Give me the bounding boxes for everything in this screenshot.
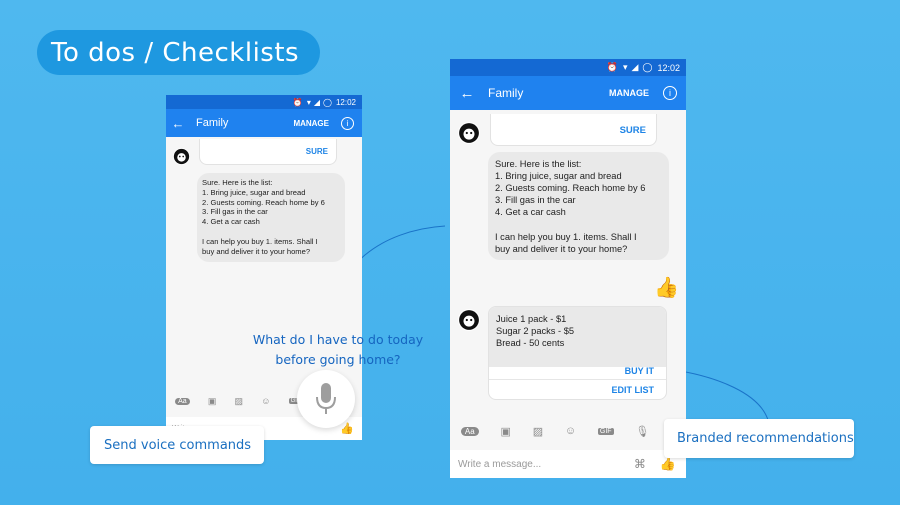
camera-icon[interactable]: ▣	[208, 396, 217, 407]
confirm-card: SURE	[199, 139, 337, 165]
info-icon[interactable]: i	[341, 116, 354, 130]
manage-button[interactable]: MANAGE	[609, 88, 649, 98]
image-icon[interactable]: ▨	[235, 396, 244, 407]
callout-voice-label: Send voice commands	[104, 437, 252, 453]
battery-icon: ◯	[323, 97, 332, 107]
microphone-button[interactable]	[297, 370, 355, 428]
back-arrow-icon[interactable]: ←	[166, 116, 190, 131]
gif-button[interactable]: GIF	[597, 427, 614, 435]
manage-button[interactable]: MANAGE	[293, 119, 329, 128]
microphone-icon	[316, 383, 336, 414]
signal-icon: ◢	[313, 97, 321, 107]
confirm-card: SURE	[490, 114, 657, 146]
callout-branded-label: Branded recommendations	[677, 431, 854, 446]
callout-branded-recommendations: Branded recommendations	[664, 419, 854, 458]
list-message: Sure. Here is the list: 1. Bring juice, …	[488, 152, 669, 260]
thumbs-up-icon[interactable]: 👍	[340, 422, 354, 435]
avatar	[458, 122, 480, 144]
phone-large: ⏰ ▾ ◢ ◯ 12:02 ← Family MANAGE i SURE Sur…	[450, 59, 686, 478]
back-arrow-icon[interactable]: ←	[450, 85, 484, 102]
aa-button[interactable]: Aa	[175, 397, 190, 405]
thumbs-up-icon[interactable]: 👍	[660, 456, 676, 472]
message-placeholder: Write a message...	[458, 458, 542, 470]
thumbs-up-sent-icon: 👍	[654, 277, 679, 299]
chat-title: Family	[488, 86, 524, 100]
alarm-icon: ⏰	[606, 62, 618, 72]
avatar	[458, 309, 480, 331]
wifi-icon: ▾	[622, 62, 628, 72]
card-divider	[489, 379, 666, 380]
emoji-icon[interactable]: ☺	[565, 425, 576, 437]
camera-icon[interactable]: ▣	[500, 425, 510, 438]
status-bar: ⏰ ▾ ◢ ◯ 12:02	[450, 59, 686, 76]
alarm-icon: ⏰	[292, 97, 303, 107]
callout-voice-commands: Send voice commands	[90, 426, 264, 464]
status-bar: ⏰ ▾ ◢ ◯ 12:02	[166, 95, 362, 109]
chat-title: Family	[196, 117, 229, 129]
page-title: To dos / Checklists	[37, 30, 320, 75]
status-time: 12:02	[335, 97, 356, 107]
list-message: Sure. Here is the list: 1. Bring juice, …	[197, 173, 345, 262]
signal-icon: ◢	[631, 62, 639, 72]
microphone-small-icon[interactable]: 🎙	[635, 425, 649, 438]
aa-button[interactable]: Aa	[460, 426, 479, 436]
avatar	[173, 148, 190, 165]
app-bar: ← Family MANAGE i	[450, 76, 686, 110]
composer-toolbar: Aa ▣ ▨ ☺ GIF 🎙 ▪	[450, 420, 686, 442]
buy-it-button[interactable]: BUY IT	[625, 366, 654, 376]
voice-query: What do I have to do today before going …	[252, 332, 424, 367]
sure-button[interactable]: SURE	[620, 125, 646, 136]
message-input[interactable]: Write a message... ⌘ 👍	[450, 450, 686, 478]
recommendation-text: Juice 1 pack - $1 Sugar 2 packs - $5 Bre…	[489, 307, 666, 367]
recommendation-card: Juice 1 pack - $1 Sugar 2 packs - $5 Bre…	[488, 306, 667, 400]
wifi-icon: ▾	[306, 97, 311, 107]
battery-icon: ◯	[642, 62, 653, 72]
quick-reply-icon[interactable]: ⌘	[634, 457, 646, 471]
info-icon[interactable]: i	[663, 86, 677, 100]
status-time: 12:02	[657, 62, 680, 73]
sure-button[interactable]: SURE	[306, 147, 328, 156]
edit-list-button[interactable]: EDIT LIST	[612, 385, 655, 395]
app-bar: ← Family MANAGE i	[166, 109, 362, 137]
image-icon[interactable]: ▨	[533, 425, 543, 438]
emoji-icon[interactable]: ☺	[261, 396, 270, 406]
